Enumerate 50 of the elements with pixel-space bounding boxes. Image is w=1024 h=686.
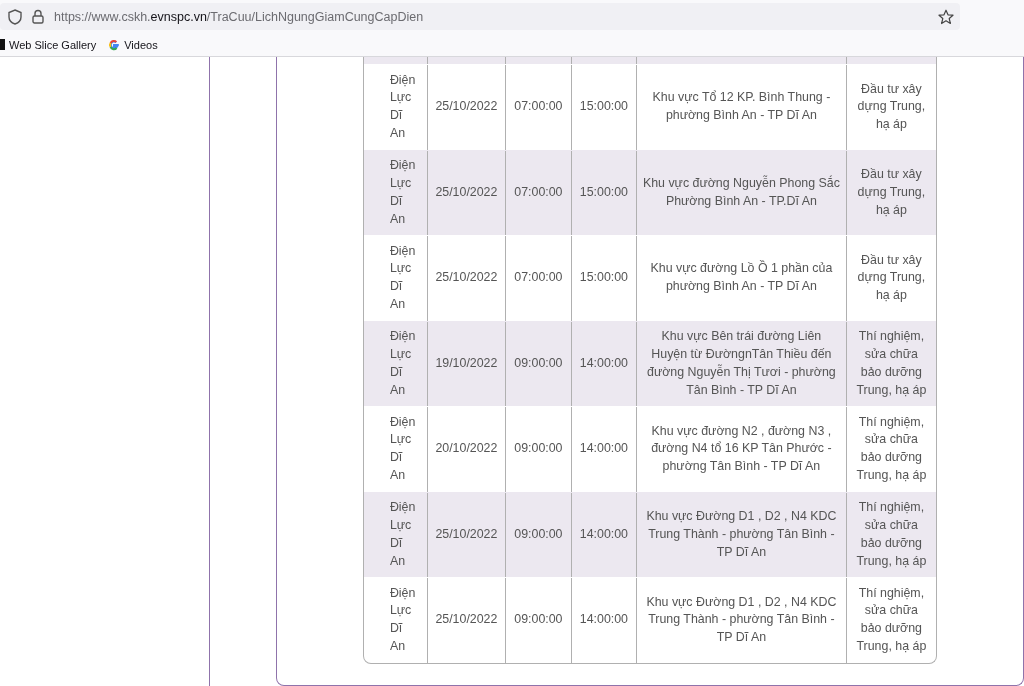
table-cell: 14:00:00 (570, 321, 636, 406)
table-cell: 25/10/2022 (426, 578, 505, 663)
table-cell: 09:00:00 (504, 321, 571, 406)
table-cell: Khu vực Đường D1 , D2 , N4 KDC Trung Thành - phường Tân Bình - TP Dĩ An (635, 492, 846, 577)
table-cell-text: Điện Lực Dĩ An (388, 413, 417, 485)
table-cell: Khu vực đường Nguyễn Phong Sắc Phường Bình An - TP.Dĩ An (635, 150, 846, 235)
bookmark-item[interactable]: Videos (108, 38, 158, 51)
table-cell: Khu vực đường Lồ Ồ 1 phần của phường Bình An - TP Dĩ An (635, 236, 846, 321)
table-cell: Khu vực Bên trái đường Liên Huyện từ ĐườngnTân Thiều đến đường Nguyễn Thị Tươi - phường Tân Bình - TP Dĩ An (635, 321, 846, 406)
table-cell-text: Điện Lực Dĩ An (388, 328, 417, 399)
table-cell: 25/10/2022 (426, 236, 505, 321)
table-cell: Thí nghiệm, sửa chữa bảo dưỡng Trung, hạ áp (845, 492, 936, 577)
table-cell-text: Điện Lực Dĩ An (388, 499, 417, 570)
table-cell: 14:00:00 (570, 407, 636, 492)
table-cell: Khu vực Đường D1 , D2 , N4 KDC Trung Thành - phường Tân Bình - TP Dĩ An (635, 578, 846, 663)
lock-icon[interactable] (32, 9, 44, 24)
table-cell: 25/10/2022 (426, 65, 505, 150)
table-cell: 25/10/2022 (426, 150, 505, 235)
table-cell: 09:00:00 (504, 578, 571, 663)
shield-icon[interactable] (8, 8, 22, 25)
table-cell-text: Điện Lực Dĩ An (388, 584, 417, 656)
table-cell: 07:00:00 (504, 65, 571, 150)
bookmark-item[interactable]: Web Slice Gallery (0, 38, 97, 51)
table-cell-text: Điện Lực Dĩ An (388, 242, 417, 314)
table-cell: 14:00:00 (570, 492, 636, 577)
table-cell: Thí nghiệm, sửa chữa bảo dưỡng Trung, hạ áp (845, 407, 936, 492)
table-cell: 19/10/2022 (426, 321, 505, 406)
star-icon[interactable] (938, 8, 954, 25)
table-cell: 15:00:00 (570, 150, 636, 235)
table-cell: Thí nghiệm, sửa chữa bảo dưỡng Trung, hạ áp (845, 321, 936, 406)
table-cell: 25/10/2022 (426, 492, 505, 577)
table-cell: Khu vực đường N2 , đường N3 , đường N4 tổ 16 KP Tân Phước - phường Tân Bình - TP Dĩ An (635, 407, 846, 492)
table-cell: 14:00:00 (570, 578, 636, 663)
table-cell: 15:00:00 (570, 236, 636, 321)
url-text[interactable]: https://www.cskh.evnspc.vn/TraCuu/LichNgungGiamCungCapDien (54, 9, 424, 24)
table-cell: 20/10/2022 (426, 407, 505, 492)
table-cell: 15:00:00 (570, 65, 636, 150)
table-cell: Đầu tư xây dựng Trung, hạ áp (845, 236, 936, 321)
table-cell: Đầu tư xây dựng Trung, hạ áp (845, 150, 936, 235)
google-g-icon (108, 38, 121, 51)
table-cell-text: Điện Lực Dĩ An (388, 71, 417, 143)
table-cell: Đầu tư xây dựng Trung, hạ áp (845, 65, 936, 150)
table-cell: 09:00:00 (504, 492, 571, 577)
table-cell: Thí nghiệm, sửa chữa bảo dưỡng Trung, hạ áp (845, 578, 936, 663)
table-cell: 07:00:00 (504, 236, 571, 321)
table-cell-text: Điện Lực Dĩ An (388, 157, 417, 228)
address-bar[interactable]: https://www.cskh.evnspc.vn/TraCuu/LichNgungGiamCungCapDien (0, 3, 960, 30)
table-cell: 07:00:00 (504, 150, 571, 235)
table-cell: Khu vực Tổ 12 KP. Bình Thung - phường Bình An - TP Dĩ An (635, 65, 846, 150)
table-cell: 09:00:00 (504, 407, 571, 492)
